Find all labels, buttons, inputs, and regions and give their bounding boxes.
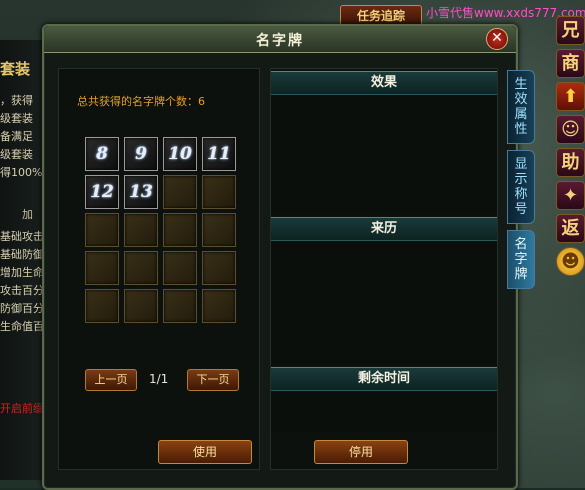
tab-display-title[interactable]: 显示称号 — [507, 150, 535, 224]
tab-label: 名字牌 — [514, 237, 528, 282]
source-section-header: 来历 — [271, 217, 497, 241]
name-plate-list-pane: 总共获得的名字牌个数：6 8 9 10 11 12 13 上一页 1/1 下一页 — [58, 68, 260, 470]
effect-section-header: 效果 — [271, 71, 497, 95]
return-icon[interactable]: 返 — [556, 214, 585, 243]
set-panel-line: 备满足 — [0, 130, 33, 143]
next-page-button[interactable]: 下一页 — [187, 369, 239, 391]
prev-page-button[interactable]: 上一页 — [85, 369, 137, 391]
name-plate-slot-filled[interactable]: 9 — [124, 137, 158, 171]
count-label-text: 总共获得的名字牌个数： — [77, 95, 198, 108]
name-plate-slot-empty[interactable] — [163, 251, 197, 285]
set-panel-stat: 基础防御 — [0, 248, 44, 261]
name-plate-detail-pane: 效果 来历 剩余时间 — [270, 68, 498, 470]
dialog-side-tabs: 生效属性 显示称号 名字牌 — [507, 70, 535, 295]
name-plate-slot-empty[interactable] — [202, 175, 236, 209]
name-plate-slot-filled[interactable]: 11 — [202, 137, 236, 171]
set-panel-stat: 攻击百分 — [0, 284, 44, 297]
name-plate-glyph: 9 — [135, 144, 147, 164]
set-panel-line: 级套装 — [0, 148, 33, 161]
set-panel-stat: 增加生命 — [0, 266, 44, 279]
dialog-title: 名字牌 — [256, 33, 304, 49]
name-plate-slot-empty[interactable] — [163, 213, 197, 247]
tab-name-plate[interactable]: 名字牌 — [507, 230, 535, 289]
use-button[interactable]: 使用 — [158, 440, 252, 464]
name-plate-glyph: 8 — [96, 144, 108, 164]
effect-section-body — [271, 95, 497, 213]
tab-active-attributes[interactable]: 生效属性 — [507, 70, 535, 144]
set-panel-subtitle: 加 — [22, 208, 33, 221]
pager: 上一页 1/1 下一页 — [85, 369, 245, 391]
name-plate-slot-empty[interactable] — [85, 251, 119, 285]
name-plate-slot-empty[interactable] — [163, 289, 197, 323]
name-plate-slot-empty[interactable] — [124, 289, 158, 323]
name-plate-glyph: 11 — [207, 144, 231, 164]
name-plate-slot-empty[interactable] — [124, 213, 158, 247]
name-plate-slot-filled[interactable]: 10 — [163, 137, 197, 171]
dialog-title-bar[interactable]: 名字牌 ✕ — [44, 26, 516, 53]
name-plate-count: 总共获得的名字牌个数：6 — [77, 93, 205, 109]
remaining-time-section-header: 剩余时间 — [271, 367, 497, 391]
set-panel-stat: 基础攻击 — [0, 230, 44, 243]
page-indicator: 1/1 — [149, 372, 169, 386]
smile-icon[interactable]: ☻ — [556, 247, 585, 276]
name-plate-slot-empty[interactable] — [85, 289, 119, 323]
name-plate-slot-filled[interactable]: 8 — [85, 137, 119, 171]
name-plate-slot-filled[interactable]: 12 — [85, 175, 119, 209]
brother-icon[interactable]: 兄 — [556, 16, 585, 45]
name-plate-slot-empty[interactable] — [163, 175, 197, 209]
set-panel-red-line: 开启前缀 — [0, 402, 44, 415]
name-plate-dialog: 名字牌 ✕ 总共获得的名字牌个数：6 8 9 10 11 12 13 上一页 1/1 下一… — [42, 24, 518, 490]
count-value: 6 — [198, 95, 205, 108]
name-plate-slot-empty[interactable] — [85, 213, 119, 247]
right-icon-column: 兄 商 ⬆ ☺ 助 ✦ 返 ☻ — [556, 16, 585, 280]
name-plate-glyph: 13 — [129, 182, 153, 202]
name-plate-slot-empty[interactable] — [124, 251, 158, 285]
name-plate-grid: 8 9 10 11 12 13 — [85, 137, 236, 323]
name-plate-slot-empty[interactable] — [202, 289, 236, 323]
set-panel-line: ，获得 — [0, 94, 33, 107]
tab-label: 生效属性 — [514, 77, 528, 137]
close-button[interactable]: ✕ — [486, 28, 508, 50]
help-icon[interactable]: 助 — [556, 148, 585, 177]
remaining-time-section-body — [271, 391, 497, 431]
set-panel-stat: 生命值百 — [0, 320, 44, 333]
set-panel-stat: 防御百分 — [0, 302, 44, 315]
character-icon[interactable]: ☺ — [556, 115, 585, 144]
shop-icon[interactable]: 商 — [556, 49, 585, 78]
name-plate-slot-empty[interactable] — [202, 213, 236, 247]
upgrade-arrow-icon[interactable]: ⬆ — [556, 82, 585, 111]
name-plate-glyph: 10 — [168, 144, 192, 164]
name-plate-slot-filled[interactable]: 13 — [124, 175, 158, 209]
name-plate-glyph: 12 — [90, 182, 114, 202]
set-panel-title: 套装 — [0, 60, 31, 78]
disable-button[interactable]: 停用 — [314, 440, 408, 464]
tab-label: 显示称号 — [514, 157, 528, 217]
set-panel-line: 得100% — [0, 166, 43, 179]
skill-icon[interactable]: ✦ — [556, 181, 585, 210]
set-panel-line: 级套装 — [0, 112, 33, 125]
name-plate-slot-empty[interactable] — [202, 251, 236, 285]
source-section-body — [271, 241, 497, 365]
